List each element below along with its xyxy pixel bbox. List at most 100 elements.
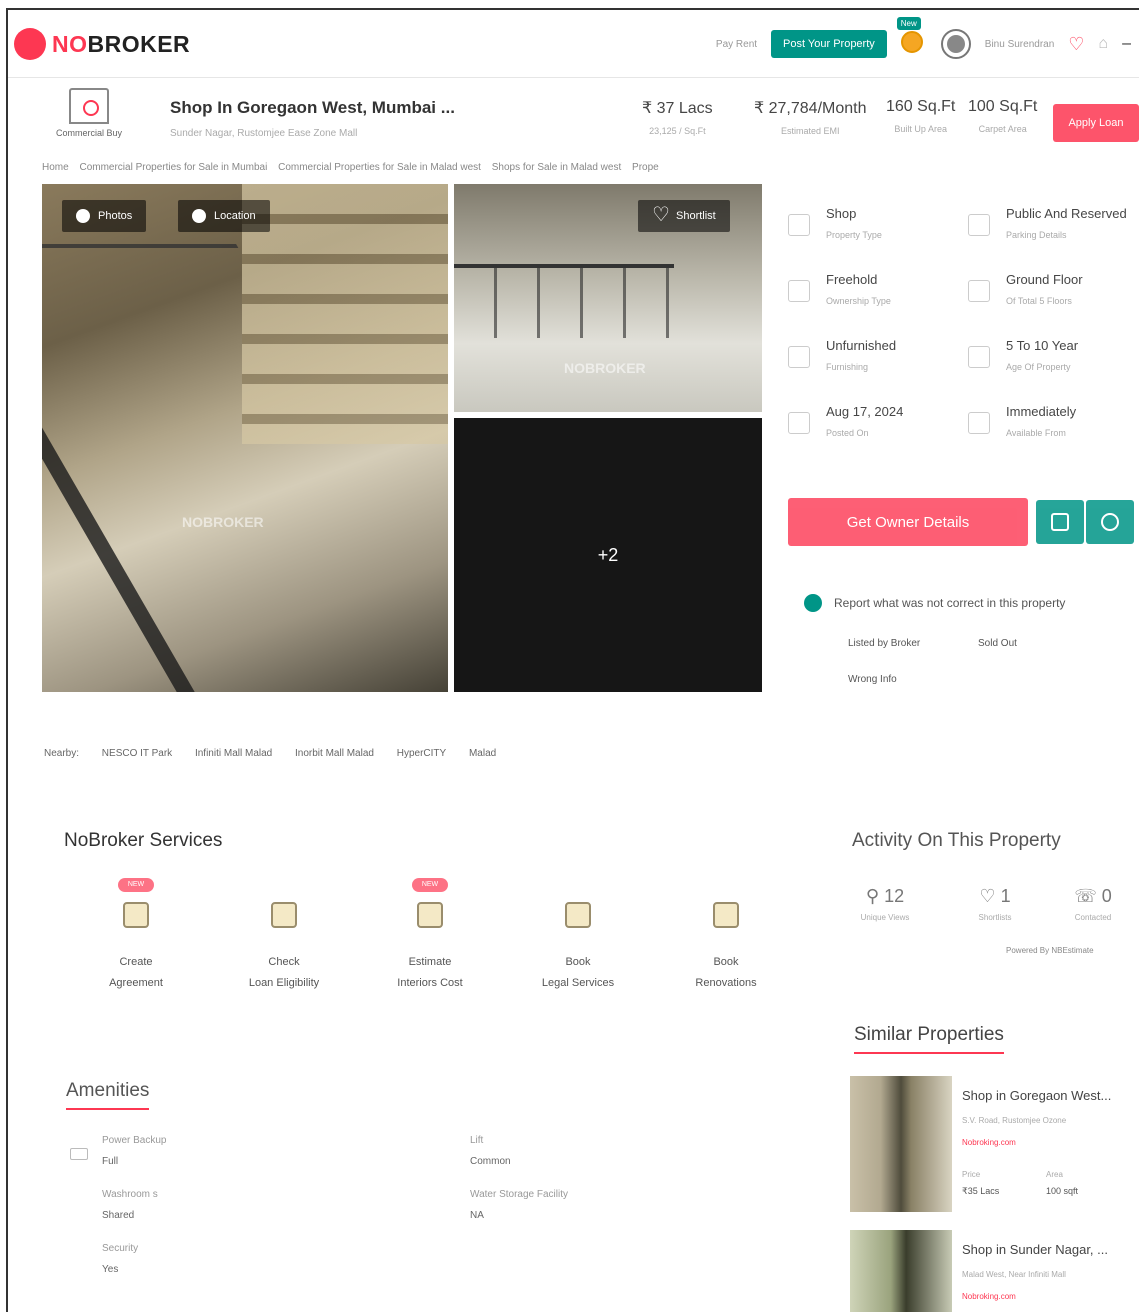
menu-icon[interactable]: – [1122,35,1131,53]
watermark: NOBROKER [182,514,264,530]
top-navbar: NOBROKER Pay Rent Post Your Property New… [8,10,1139,78]
breadcrumb: Home Commercial Properties for Sale in M… [42,162,667,173]
carpet-label: Carpet Area [978,124,1027,134]
detail-value: Aug 17, 2024 [826,404,904,419]
service-legal[interactable]: Book Legal Services [518,878,638,994]
service-label: Check Loan Eligibility [248,956,320,989]
activity-unique-views: ⚲ 12 Unique Views [840,886,930,922]
wallet-button[interactable]: New [896,17,927,57]
breadcrumb-item[interactable]: Commercial Properties for Sale in Mumbai [79,162,267,173]
detail-value: Freehold [826,272,878,287]
coin-icon [900,31,923,53]
get-owner-details-button[interactable]: Get Owner Details [788,498,1028,546]
stat-value: ♡ 1 [979,886,1011,906]
report-text: Report what was not correct in this prop… [834,596,1066,610]
price-label: 23,125 / Sq.Ft [649,126,706,136]
shortlist-heart-icon[interactable]: ♡ [1068,34,1084,55]
shop-icon [788,214,810,236]
price-stat: ₹ 37 Lacs 23,125 / Sq.Ft [642,98,713,136]
nobroker-logo[interactable]: NOBROKER [14,28,190,60]
schedule-visit-button[interactable] [1036,500,1084,544]
similar-area-label: Area [1046,1170,1063,1179]
nearby-place[interactable]: Infiniti Mall Malad [195,748,272,759]
activity-shortlists: ♡ 1 Shortlists [950,886,1040,922]
detail-value: Immediately [1006,404,1077,419]
service-check-loan-eligibility[interactable]: Check Loan Eligibility [224,878,344,994]
similar-property-image [850,1076,952,1212]
watermark: NOBROKER [564,360,646,376]
user-name[interactable]: Binu Surendran [985,39,1055,50]
detail-value: Public And Reserved [1006,206,1127,221]
activity-title: Activity On This Property [852,830,1061,851]
breadcrumb-item[interactable]: Commercial Properties for Sale in Malad … [278,162,481,173]
age-icon [968,346,990,368]
power-backup-icon [70,1148,88,1160]
report-section: Report what was not correct in this prop… [804,594,1065,612]
location-button[interactable]: Location [178,200,270,232]
heart-icon [652,202,670,227]
location-label: Location [214,210,256,222]
report-option-listed-by-broker[interactable]: Listed by Broker [848,638,920,649]
amenities-title: Amenities [66,1080,150,1110]
avatar[interactable] [940,29,971,59]
nearby-place[interactable]: Inorbit Mall Malad [295,748,374,759]
amenity-lift: Lift Common [470,1135,511,1167]
property-header: Commercial Buy Shop In Goregaon West, Mu… [30,86,1139,154]
category-label: Commercial Buy [55,128,122,138]
similar-properties-title: Similar Properties [854,1024,1004,1054]
similar-property-link[interactable]: Nobroking.com [962,1292,1016,1301]
logo-text: NOBROKER [52,30,191,57]
new-badge: NEW [412,878,448,892]
emi-value: ₹ 27,784/Month [754,100,867,117]
builtup-value: 160 Sq.Ft [886,98,956,115]
amenity-washrooms: Washroom s Shared [102,1189,158,1221]
nearby-place[interactable]: NESCO IT Park [102,748,172,759]
service-label: Estimate Interiors Cost [397,956,463,989]
service-create-agreement[interactable]: NEW Create Agreement [76,878,196,994]
calendar-icon [968,412,990,434]
breadcrumb-item[interactable]: Home [42,162,69,173]
stat-label: Unique Views [860,913,910,922]
contact-icon: ☏ [1074,886,1102,906]
service-renovations[interactable]: Book Renovations [666,878,786,994]
property-title: Shop In Goregaon West, Mumbai ... [170,98,455,117]
photos-button[interactable]: Photos [62,200,147,232]
ownership-icon [788,280,810,302]
furnishing-icon [788,346,810,368]
more-photos-tile[interactable]: +2 [454,418,762,692]
flag-icon [788,412,810,434]
chat-button[interactable] [1086,500,1134,544]
detail-label: Furnishing [826,362,869,372]
property-details-grid: Shop Property Type Public And Reserved P… [788,206,1139,476]
post-property-button[interactable]: Post Your Property [771,30,887,58]
parking-icon [968,214,990,236]
similar-property-link[interactable]: Nobroking.com [962,1138,1016,1147]
similar-area: 100 sqft [1046,1186,1079,1196]
new-badge: New [896,17,921,30]
photos-label: Photos [98,210,133,222]
service-estimate-interiors[interactable]: NEW Estimate Interiors Cost [370,878,490,994]
price-value: ₹ 37 Lacs [642,100,713,117]
detail-label: Posted On [826,428,869,438]
nearby-place[interactable]: HyperCITY [397,748,446,759]
detail-label: Of Total 5 Floors [1006,296,1072,306]
report-option-wrong-info[interactable]: Wrong Info [848,674,897,685]
breadcrumb-item[interactable]: Prope [632,162,659,173]
shortlist-button[interactable]: Shortlist [638,200,730,232]
pay-rent-link[interactable]: Pay Rent [716,39,757,50]
detail-label: Ownership Type [826,296,891,306]
detail-label: Parking Details [1006,230,1067,240]
interiors-icon [417,902,443,928]
carpet-stat: 100 Sq.Ft Carpet Area [968,98,1037,134]
detail-value: Shop [826,206,857,221]
notification-bell-icon[interactable]: ⌂ [1098,35,1108,53]
similar-property-card[interactable]: Shop in Sunder Nagar, ... Malad West, Ne… [850,1230,1139,1312]
similar-property-card[interactable]: Shop in Goregaon West... S.V. Road, Rust… [850,1076,1139,1212]
similar-property-name: Shop in Goregaon West... [962,1088,1112,1103]
breadcrumb-item[interactable]: Shops for Sale in Malad west [492,162,622,173]
report-option-sold-out[interactable]: Sold Out [978,638,1017,649]
nearby-place[interactable]: Malad [469,748,496,759]
apply-loan-button[interactable]: Apply Loan [1053,104,1139,142]
main-photo[interactable]: NOBROKER [42,184,448,692]
emi-stat: ₹ 27,784/Month Estimated EMI [754,98,866,136]
